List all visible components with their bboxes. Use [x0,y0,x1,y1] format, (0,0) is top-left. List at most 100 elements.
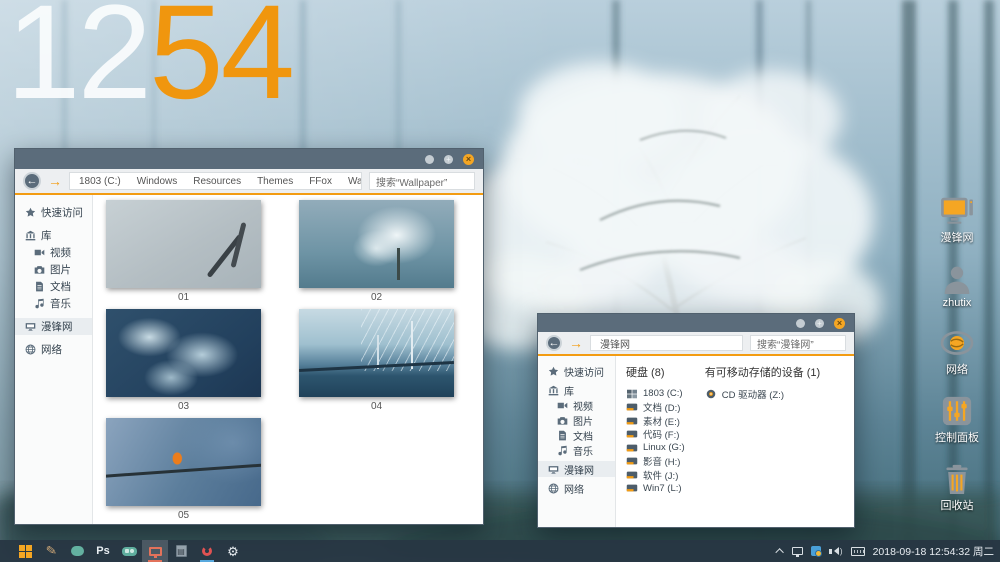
back-button[interactable]: ← [546,335,562,351]
drive-icon [626,470,638,480]
drive-item[interactable]: 影音 (H:) [626,455,685,469]
minimize-button[interactable] [796,319,805,328]
wallpaper-thumbnail-01[interactable] [106,200,261,288]
breadcrumb-segment[interactable]: Wallpaper [348,176,362,187]
drive-list: 硬盘 (8) 1803 (C:) 文档 (D:) 素材 (E:) 代码 (F:)… [616,356,854,527]
desktop-icon-zhutix[interactable]: zhutix [939,264,975,309]
sidebar-item-label: 音乐 [573,443,593,458]
file-item[interactable]: 01 [106,200,299,303]
file-item[interactable]: 04 [299,309,483,412]
monitor-icon [149,547,162,556]
tray-app-icon[interactable] [811,546,821,556]
minimize-button[interactable] [425,155,434,164]
drive-item[interactable]: Linux (G:) [626,441,685,455]
desktop-icon-label: 网络 [946,361,968,377]
file-item[interactable]: 05 [106,418,299,521]
sidebar-item-network[interactable]: 网络 [15,341,92,358]
drive-item[interactable]: 1803 (C:) [626,387,685,401]
sidebar-item-videos[interactable]: 视频 [538,398,615,413]
forward-button[interactable]: → [569,335,583,351]
drive-item[interactable]: 素材 (E:) [626,414,685,428]
desktop-icon-control-panel[interactable]: 控制面板 [935,396,979,445]
sidebar-item-label: 音乐 [50,296,71,311]
sidebar-item-music[interactable]: 音乐 [538,443,615,458]
sidebar-item-documents[interactable]: 文档 [15,278,92,295]
sidebar-item-pictures[interactable]: 图片 [538,413,615,428]
search-input[interactable]: 搜索“漫锋网” [750,335,846,351]
window-titlebar[interactable]: + × [538,314,854,332]
sidebar-item-libraries[interactable]: 库 [15,227,92,244]
file-item[interactable]: 02 [299,200,483,303]
breadcrumb-segment[interactable]: Resources [193,176,241,187]
start-button[interactable] [12,540,38,562]
drive-item[interactable]: Win7 (L:) [626,482,685,496]
sidebar-item-this-pc[interactable]: 漫锋网 [15,318,92,335]
wallpaper-thumbnail-04[interactable] [299,309,454,397]
sidebar-item-documents[interactable]: 文档 [538,428,615,443]
sidebar-item-quick-access[interactable]: 快速访问 [538,363,615,379]
breadcrumb-segment[interactable]: 1803 (C:) [79,176,121,187]
taskbar-app-explorer-active[interactable] [142,540,168,562]
forward-button[interactable]: → [48,173,62,189]
wallpaper-thumbnail-02[interactable] [299,200,454,288]
video-icon [557,400,568,411]
file-name: 04 [299,401,454,412]
tray-volume-icon[interactable]: ) [829,547,843,556]
breadcrumb-segment[interactable]: FFox [309,176,332,187]
breadcrumb-segment[interactable]: Themes [257,176,293,187]
taskbar-app-games[interactable] [116,540,142,562]
tray-keyboard-icon[interactable] [851,547,865,556]
sidebar-item-label: 文档 [50,279,71,294]
wallpaper-thumbnail-03[interactable] [106,309,261,397]
notepad-icon: ▤ [176,545,187,557]
drive-item[interactable]: 代码 (F:) [626,428,685,442]
system-tray: ) 2018-09-18 12:54:32 周二 [778,544,994,559]
desktop-icon-network[interactable]: 网络 [939,328,975,377]
sidebar-item-videos[interactable]: 视频 [15,244,92,261]
tray-network-icon[interactable] [792,547,803,555]
maximize-button[interactable]: + [815,319,824,328]
sidebar-item-libraries[interactable]: 库 [538,382,615,398]
sidebar-item-label: 图片 [573,413,593,428]
taskbar-app-photoshop[interactable]: Ps [90,540,116,562]
network-icon [25,344,36,355]
drive-item[interactable]: 软件 (J:) [626,468,685,482]
drive-icon [626,416,638,426]
sidebar-item-this-pc[interactable]: 漫锋网 [538,461,615,477]
file-item[interactable]: 03 [106,309,299,412]
monitor-icon [939,196,975,226]
tray-clock[interactable]: 2018-09-18 12:54:32 周二 [873,544,994,559]
star-icon [548,366,559,377]
search-input[interactable]: 搜索“Wallpaper” [369,172,475,190]
document-icon [34,281,45,292]
desktop-icon-manfengwang[interactable]: 漫锋网 [939,196,975,245]
document-icon [557,430,568,441]
sidebar-item-network[interactable]: 网络 [538,480,615,496]
sidebar-item-quick-access[interactable]: 快速访问 [15,204,92,221]
desktop-icon-recycle-bin[interactable]: 回收站 [939,464,975,513]
drive-item[interactable]: 文档 (D:) [626,401,685,415]
taskbar-app-settings[interactable]: ⚙ [220,540,246,562]
tray-chevron-up-icon[interactable] [775,548,783,556]
taskbar-app-utorrent[interactable] [194,540,220,562]
maximize-button[interactable]: + [444,155,453,164]
taskbar-app-editor[interactable]: ✎ [38,540,64,562]
back-button[interactable]: ← [23,172,41,190]
close-button[interactable]: × [834,318,845,329]
breadcrumb[interactable]: 1803 (C:) Windows Resources Themes FFox … [69,172,362,190]
taskbar: ✎ Ps ▤ ⚙ ) 2018-09-18 12:54:32 周二 [0,540,1000,562]
cd-drive-item[interactable]: CD 驱动器 (Z:) [705,387,821,401]
sidebar-item-music[interactable]: 音乐 [15,295,92,312]
sidebar-item-pictures[interactable]: 图片 [15,261,92,278]
windows-drive-icon [626,389,638,399]
drive-icon [626,443,638,453]
breadcrumb[interactable]: 漫锋网 [590,335,743,351]
window-titlebar[interactable]: + × [15,149,483,169]
taskbar-app-notes[interactable]: ▤ [168,540,194,562]
breadcrumb-segment[interactable]: 漫锋网 [600,336,630,351]
sidebar-item-label: 图片 [50,262,71,277]
close-button[interactable]: × [463,154,474,165]
wallpaper-thumbnail-05[interactable] [106,418,261,506]
breadcrumb-segment[interactable]: Windows [137,176,178,187]
taskbar-app-chat[interactable] [64,540,90,562]
